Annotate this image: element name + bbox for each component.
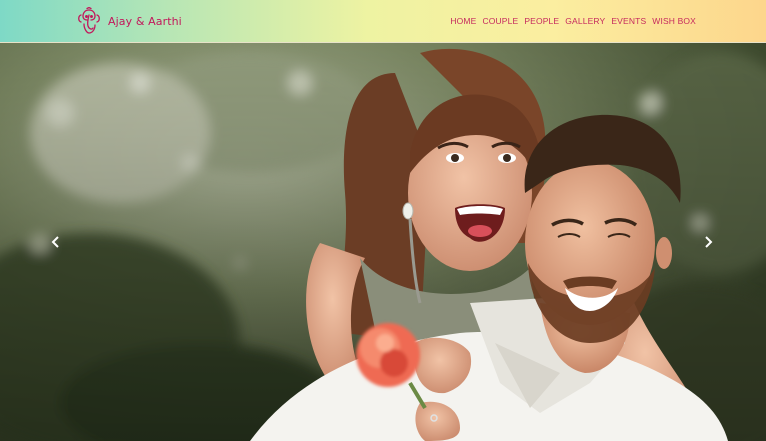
chevron-left-icon [51,236,59,248]
brand-name: Ajay & Aarthi [108,14,182,28]
brand[interactable]: Ajay & Aarthi [76,7,182,35]
nav-item-events[interactable]: EVENTS [611,15,646,27]
nav-item-wish-box[interactable]: WISH BOX [652,15,696,27]
ganesha-logo-icon [78,7,100,34]
top-navbar: Ajay & Aarthi HOME COUPLE PEOPLE GALLERY… [0,0,766,43]
carousel-next-button[interactable] [698,227,718,257]
hero-carousel [0,43,766,441]
couple-photo [0,43,766,441]
main-menu: HOME COUPLE PEOPLE GALLERY EVENTS WISH B… [450,15,696,27]
nav-item-people[interactable]: PEOPLE [524,15,559,27]
nav-item-gallery[interactable]: GALLERY [565,15,605,27]
nav-item-home[interactable]: HOME [450,15,476,27]
chevron-right-icon [705,236,713,248]
carousel-prev-button[interactable] [46,227,66,257]
nav-item-couple[interactable]: COUPLE [482,15,518,27]
